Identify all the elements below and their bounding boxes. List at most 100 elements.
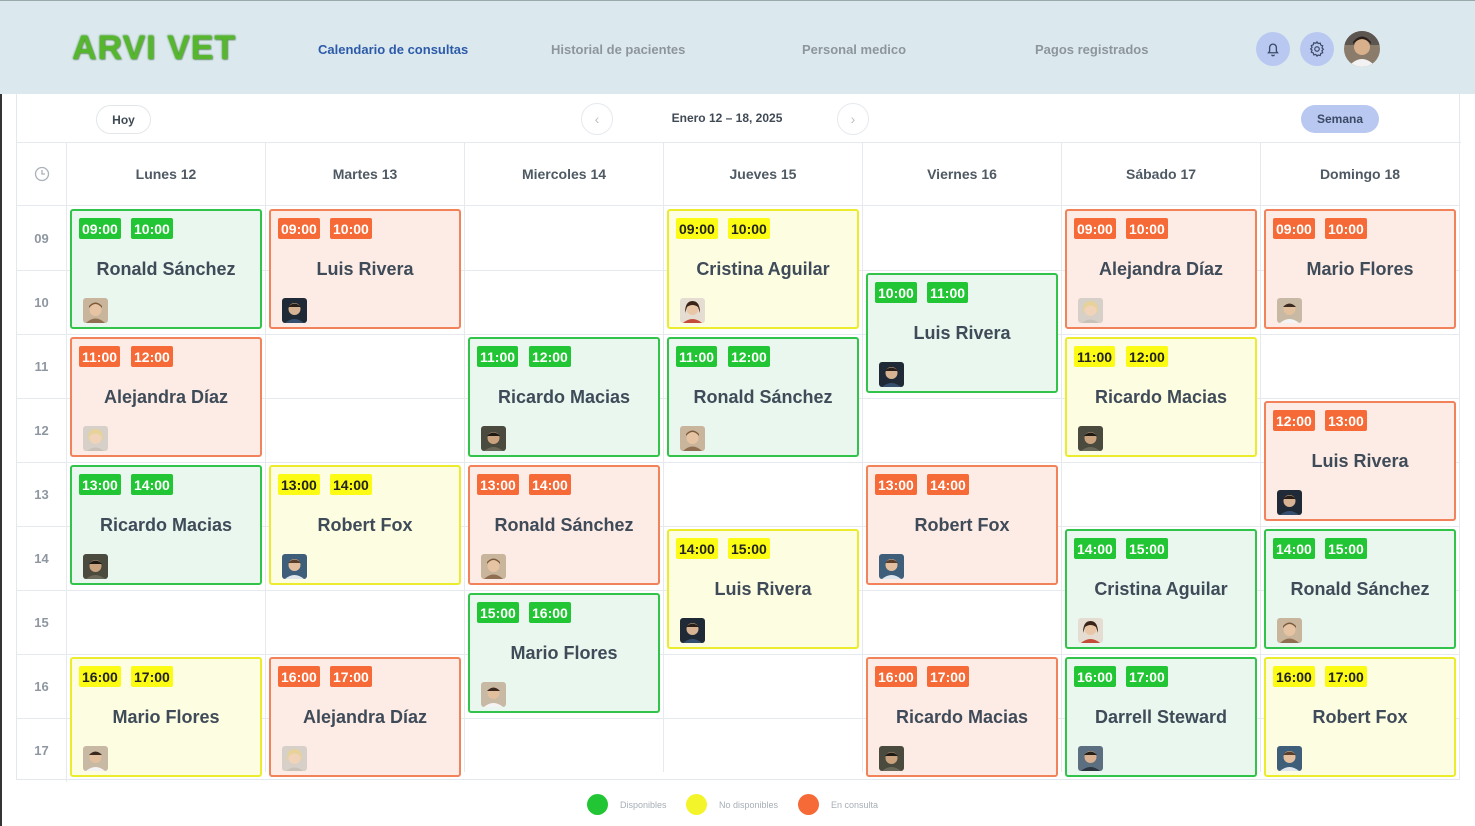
notifications-button[interactable]	[1256, 32, 1290, 66]
day-gridline	[464, 206, 465, 772]
day-header: Domingo 18	[1261, 143, 1460, 206]
appointment-card[interactable]: 12:00 13:00 Luis Rivera	[1264, 401, 1456, 521]
week-view-button[interactable]: Semana	[1301, 105, 1379, 133]
end-time-tag: 15:00	[728, 538, 770, 559]
start-time-tag: 13:00	[477, 474, 519, 495]
appointment-card[interactable]: 10:00 11:00 Luis Rivera	[866, 273, 1058, 393]
end-time-tag: 17:00	[131, 666, 173, 687]
appointment-card[interactable]: 11:00 12:00 Alejandra Díaz	[70, 337, 262, 457]
top-header: ARVI VET Calendario de consultas Histori…	[0, 0, 1475, 94]
next-week-button[interactable]: ›	[837, 103, 869, 135]
day-header: Martes 13	[266, 143, 465, 206]
appointment-name: Mario Flores	[1306, 259, 1414, 279]
clock-icon	[34, 166, 49, 182]
hour-label: 17	[17, 718, 67, 782]
appointment-card[interactable]: 14:00 15:00 Luis Rivera	[667, 529, 859, 649]
patient-avatar	[680, 618, 705, 643]
chevron-left-icon: ‹	[594, 111, 600, 127]
nav-historial[interactable]: Historial de pacientes	[551, 42, 685, 57]
appointment-card[interactable]: 11:00 12:00 Ronald Sánchez	[667, 337, 859, 457]
patient-avatar	[282, 554, 307, 579]
end-time-tag: 10:00	[728, 218, 770, 239]
day-gridline	[265, 206, 266, 772]
appointment-card[interactable]: 09:00 10:00 Ronald Sánchez	[70, 209, 262, 329]
end-time-tag: 12:00	[131, 346, 173, 367]
patient-avatar	[1078, 426, 1103, 451]
patient-avatar	[1277, 298, 1302, 323]
start-time-tag: 14:00	[1074, 538, 1116, 559]
appointment-name: Robert Fox	[317, 515, 413, 535]
appointment-card[interactable]: 09:00 10:00 Cristina Aguilar	[667, 209, 859, 329]
settings-button[interactable]	[1300, 32, 1334, 66]
start-time-tag: 09:00	[1074, 218, 1116, 239]
legend-en-consulta: En consulta	[798, 794, 878, 815]
appointment-card[interactable]: 11:00 12:00 Ricardo Macias	[468, 337, 660, 457]
bell-icon	[1267, 43, 1279, 57]
nav-pagos[interactable]: Pagos registrados	[1035, 42, 1148, 57]
appointment-name: Luis Rivera	[316, 259, 414, 279]
appointment-card[interactable]: 13:00 14:00 Robert Fox	[269, 465, 461, 585]
end-time-tag: 15:00	[1325, 538, 1367, 559]
end-time-tag: 10:00	[330, 218, 372, 239]
appointment-name: Ronald Sánchez	[1290, 579, 1430, 599]
appointment-card[interactable]: 13:00 14:00 Ricardo Macias	[70, 465, 262, 585]
appointment-card[interactable]: 13:00 14:00 Ronald Sánchez	[468, 465, 660, 585]
hour-label: 13	[17, 462, 67, 526]
hour-gridline	[17, 334, 1460, 335]
appointment-name: Alejandra Díaz	[103, 387, 229, 407]
patient-avatar	[680, 426, 705, 451]
appointment-card[interactable]: 14:00 15:00 Cristina Aguilar	[1065, 529, 1257, 649]
prev-week-button[interactable]: ‹	[581, 103, 613, 135]
appointment-name: Mario Flores	[112, 707, 220, 727]
day-header: Viernes 16	[863, 143, 1062, 206]
end-time-tag: 14:00	[131, 474, 173, 495]
appointment-name: Luis Rivera	[714, 579, 812, 599]
appointment-card[interactable]: 09:00 10:00 Mario Flores	[1264, 209, 1456, 329]
appointment-card[interactable]: 09:00 10:00 Luis Rivera	[269, 209, 461, 329]
user-avatar[interactable]	[1344, 31, 1380, 67]
start-time-tag: 13:00	[79, 474, 121, 495]
appointment-card[interactable]: 14:00 15:00 Ronald Sánchez	[1264, 529, 1456, 649]
patient-avatar	[879, 362, 904, 387]
appointment-name: Ronald Sánchez	[494, 515, 634, 535]
appointment-name: Alejandra Díaz	[1098, 259, 1224, 279]
day-header: Lunes 12	[67, 143, 266, 206]
legend-label: Disponibles	[620, 799, 667, 810]
start-time-tag: 11:00	[477, 346, 519, 367]
start-time-tag: 16:00	[1273, 666, 1315, 687]
today-button[interactable]: Hoy	[96, 105, 151, 134]
patient-avatar	[879, 746, 904, 771]
patient-avatar	[481, 682, 506, 707]
hour-label: 15	[17, 590, 67, 654]
end-time-tag: 17:00	[927, 666, 969, 687]
appointment-card[interactable]: 16:00 17:00 Alejandra Díaz	[269, 657, 461, 777]
app-logo: ARVI VET	[72, 29, 237, 67]
appointment-card[interactable]: 15:00 16:00 Mario Flores	[468, 593, 660, 713]
day-header: Jueves 15	[664, 143, 863, 206]
start-time-tag: 16:00	[1074, 666, 1116, 687]
patient-avatar	[680, 298, 705, 323]
start-time-tag: 12:00	[1273, 410, 1315, 431]
legend-dot	[587, 794, 608, 815]
start-time-tag: 09:00	[676, 218, 718, 239]
appointment-card[interactable]: 16:00 17:00 Robert Fox	[1264, 657, 1456, 777]
appointment-name: Alejandra Díaz	[302, 707, 428, 727]
patient-avatar	[1078, 746, 1103, 771]
legend-label: En consulta	[831, 799, 879, 810]
nav-calendario[interactable]: Calendario de consultas	[318, 42, 468, 57]
day-gridline	[1459, 206, 1460, 772]
patient-avatar	[282, 298, 307, 323]
appointment-card[interactable]: 16:00 17:00 Darrell Steward	[1065, 657, 1257, 777]
appointment-card[interactable]: 11:00 12:00 Ricardo Macias	[1065, 337, 1257, 457]
appointment-card[interactable]: 09:00 10:00 Alejandra Díaz	[1065, 209, 1257, 329]
gear-icon	[1309, 40, 1325, 58]
legend-label: No disponibles	[719, 799, 779, 810]
end-time-tag: 10:00	[131, 218, 173, 239]
appointment-card[interactable]: 16:00 17:00 Mario Flores	[70, 657, 262, 777]
appointment-card[interactable]: 13:00 14:00 Robert Fox	[866, 465, 1058, 585]
start-time-tag: 09:00	[278, 218, 320, 239]
appointment-card[interactable]: 16:00 17:00 Ricardo Macias	[866, 657, 1058, 777]
end-time-tag: 12:00	[529, 346, 571, 367]
nav-personal[interactable]: Personal medico	[802, 42, 906, 57]
hour-gridline	[17, 462, 1460, 463]
